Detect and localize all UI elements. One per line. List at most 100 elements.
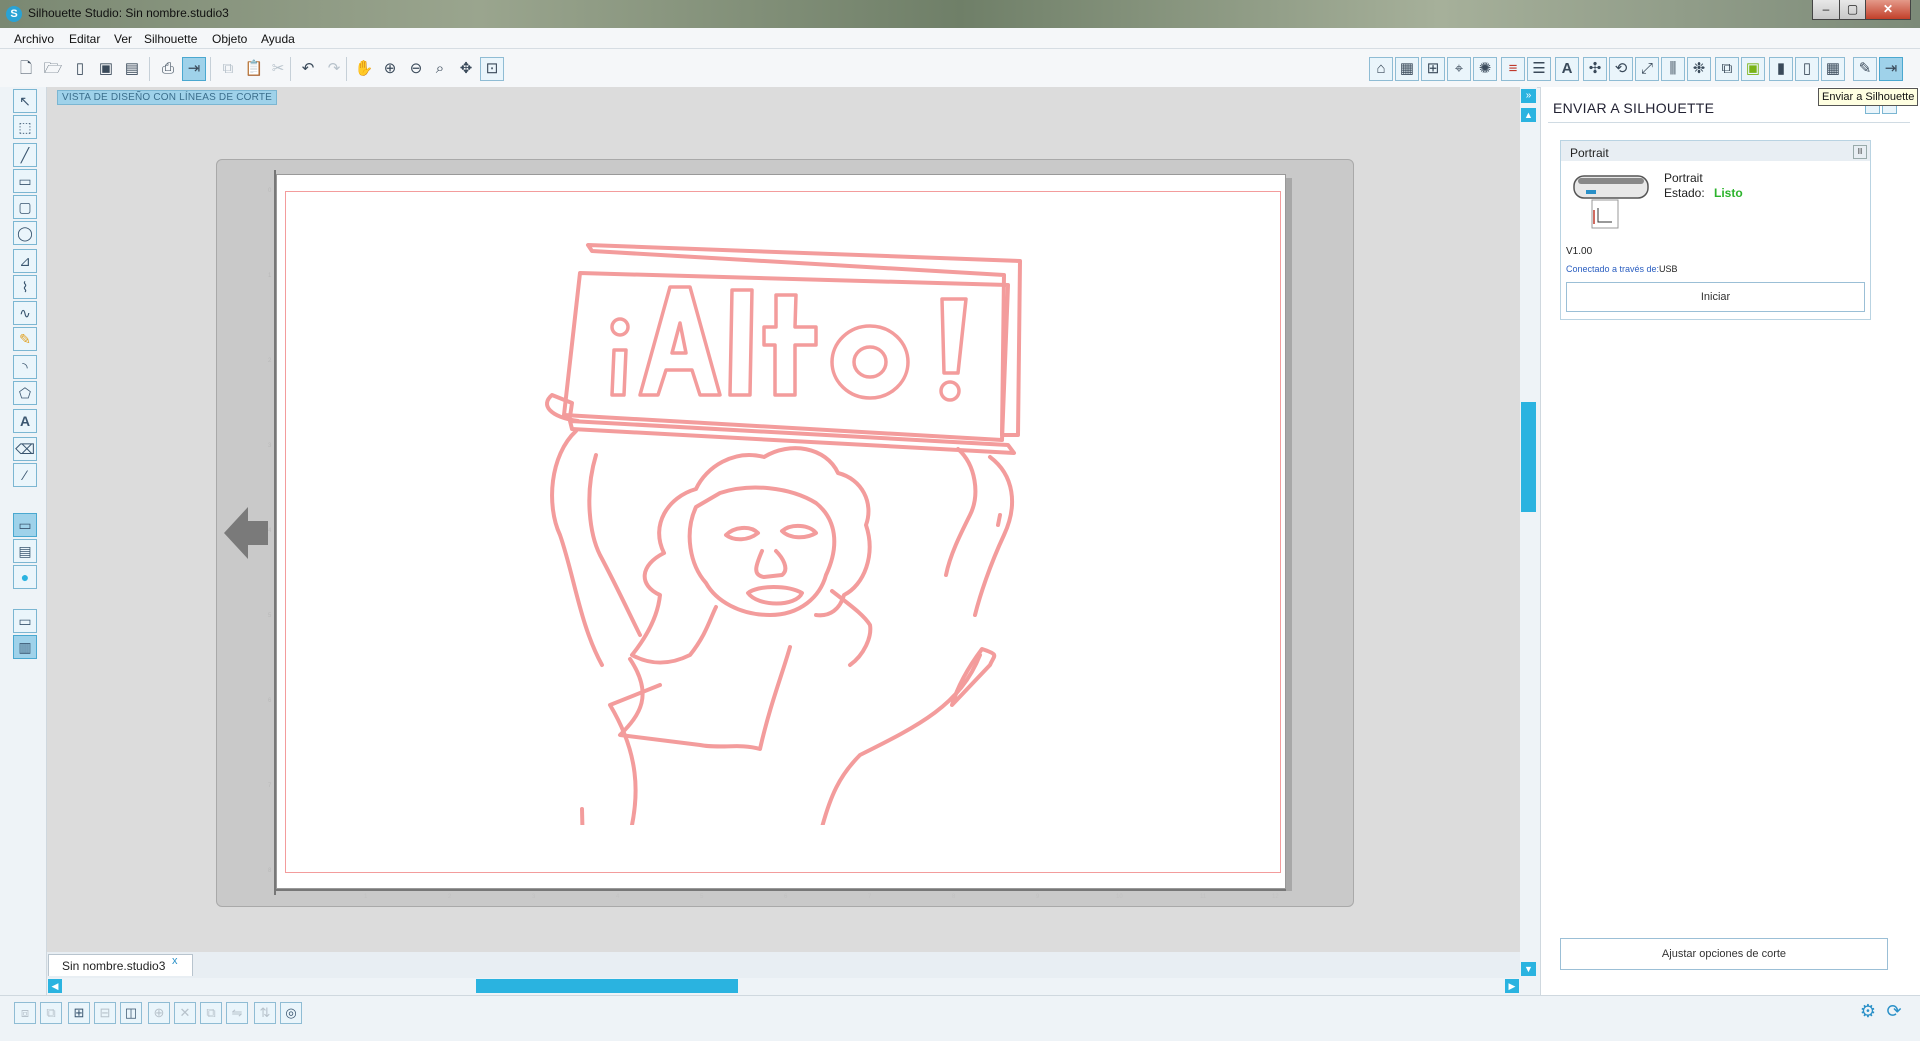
select-icon[interactable]: ↖ xyxy=(13,89,37,113)
smooth-freehand-icon[interactable]: ✎ xyxy=(13,327,37,351)
release-compound-path-icon[interactable]: ⊟ xyxy=(94,1002,116,1024)
zoom-selection-icon[interactable]: ⌕ xyxy=(428,57,452,81)
svg-text:2: 2 xyxy=(448,894,452,899)
cut-icon[interactable]: ✂ xyxy=(266,57,290,81)
single-view-icon[interactable]: ▭ xyxy=(13,609,37,633)
fit-to-page-icon[interactable]: ⊡ xyxy=(480,57,504,81)
flip-icon[interactable]: ⇅ xyxy=(254,1002,276,1024)
scroll-up-icon[interactable]: ▲ xyxy=(1521,108,1536,122)
modify-icon[interactable]: ⧉ xyxy=(1715,57,1739,81)
trace-icon[interactable]: ▮ xyxy=(1769,57,1793,81)
horizontal-scroll-thumb[interactable] xyxy=(476,979,738,993)
align-icon[interactable]: ⫼ xyxy=(1661,57,1685,81)
sync-icon[interactable]: ⟳ xyxy=(1884,1001,1904,1021)
scale-icon[interactable]: ⤢ xyxy=(1635,57,1659,81)
main-toolbar: 🗋 🗁 ▯ ▣ ▤ ⎙ ⇥ ⧉ 📋 ✂ ↶ ↷ ✋ ⊕ ⊖ ⌕ ✥ ⊡ ⌂ ▦ … xyxy=(0,49,1920,88)
duplicate-icon[interactable]: ⧉ xyxy=(200,1002,222,1024)
send-icon[interactable]: ⇥ xyxy=(1879,57,1903,81)
connection-label: Conectado a través de: xyxy=(1566,264,1660,274)
adjust-cut-settings-button[interactable]: Ajustar opciones de corte xyxy=(1560,938,1888,970)
grid-settings-icon[interactable]: ▦ xyxy=(1395,57,1419,81)
send-to-silhouette-icon[interactable]: ⇥ xyxy=(182,57,206,81)
text-style-icon[interactable]: A xyxy=(1555,57,1579,81)
library-icon[interactable]: ▯ xyxy=(1795,57,1819,81)
library-panel-icon[interactable]: ▤ xyxy=(13,539,37,563)
print-icon[interactable]: ⎙ xyxy=(156,57,180,81)
undo-icon[interactable]: ↶ xyxy=(296,57,320,81)
template-icon[interactable]: ▯ xyxy=(68,57,92,81)
eraser-icon[interactable]: ✎ xyxy=(1853,57,1877,81)
design-page-icon[interactable]: ▭ xyxy=(13,513,37,537)
store-icon[interactable]: ▦ xyxy=(1821,57,1845,81)
menu-archivo[interactable]: Archivo xyxy=(14,32,54,46)
weld-icon[interactable]: ⊕ xyxy=(148,1002,170,1024)
menu-editar[interactable]: Editar xyxy=(69,32,100,46)
save-to-library-icon[interactable]: ▤ xyxy=(120,57,144,81)
line-style-icon[interactable]: ☰ xyxy=(1527,57,1551,81)
vertical-scroll-thumb[interactable] xyxy=(1521,402,1536,512)
freehand-tool-icon[interactable]: ∿ xyxy=(13,301,37,325)
vertical-scrollbar[interactable] xyxy=(1520,87,1537,979)
offset-target-icon[interactable]: ◎ xyxy=(280,1002,302,1024)
eraser-tool-icon[interactable]: ⌫ xyxy=(13,437,37,461)
cut-settings-icon[interactable]: ⌖ xyxy=(1447,57,1471,81)
open-icon[interactable]: 🗁 xyxy=(41,57,65,81)
device-status-label: Estado: xyxy=(1664,186,1705,200)
knife-tool-icon[interactable]: ⁄ xyxy=(13,463,37,487)
ellipse-tool-icon[interactable]: ◯ xyxy=(13,221,37,245)
save-icon[interactable]: ▣ xyxy=(94,57,118,81)
registration-icon[interactable]: ⊞ xyxy=(1421,57,1445,81)
rotate-icon[interactable]: ⟲ xyxy=(1609,57,1633,81)
group-icon[interactable]: ⧈ xyxy=(14,1002,36,1024)
svg-text:3: 3 xyxy=(268,443,272,449)
new-icon[interactable]: 🗋 xyxy=(14,57,38,81)
rectangle-tool-icon[interactable]: ▭ xyxy=(13,169,37,193)
close-tab-icon[interactable]: x xyxy=(172,955,178,967)
ungroup-icon[interactable]: ⧉ xyxy=(40,1002,62,1024)
regular-polygon-icon[interactable]: ⬠ xyxy=(13,381,37,405)
scroll-down-icon[interactable]: ▼ xyxy=(1521,962,1536,976)
artwork-cut-lines[interactable] xyxy=(520,235,1040,825)
redo-icon[interactable]: ↷ xyxy=(322,57,346,81)
make-compound-path-icon[interactable]: ⊞ xyxy=(68,1002,90,1024)
paste-icon[interactable]: 📋 xyxy=(242,57,266,81)
trace-settings-icon[interactable]: ✺ xyxy=(1473,57,1497,81)
zoom-out-icon[interactable]: ⊖ xyxy=(404,57,428,81)
drag-zoom-icon[interactable]: ✥ xyxy=(454,57,478,81)
menu-ayuda[interactable]: Ayuda xyxy=(261,32,295,46)
copy-icon[interactable]: ⧉ xyxy=(216,57,240,81)
menu-ver[interactable]: Ver xyxy=(114,32,132,46)
page-settings-icon[interactable]: ⌂ xyxy=(1369,57,1393,81)
pause-icon[interactable]: II xyxy=(1853,145,1867,159)
collapse-panel-icon[interactable]: » xyxy=(1521,89,1536,103)
horizontal-scrollbar[interactable] xyxy=(47,978,1520,994)
fill-color-icon[interactable]: ≡ xyxy=(1501,57,1525,81)
curve-tool-icon[interactable]: ⌇ xyxy=(13,275,37,299)
offset-icon[interactable]: ▣ xyxy=(1741,57,1765,81)
settings-gear-icon[interactable]: ⚙ xyxy=(1858,1001,1878,1021)
close-button[interactable]: ✕ xyxy=(1865,0,1911,20)
scroll-right-icon[interactable]: ▶ xyxy=(1505,979,1519,993)
menu-objeto[interactable]: Objeto xyxy=(212,32,247,46)
mirror-icon[interactable]: ⇋ xyxy=(226,1002,248,1024)
delete-icon[interactable]: ✕ xyxy=(174,1002,196,1024)
split-view-icon[interactable]: ▥ xyxy=(13,635,37,659)
polygon-tool-icon[interactable]: ⊿ xyxy=(13,249,37,273)
transform-icon[interactable]: ✣ xyxy=(1583,57,1607,81)
arc-tool-icon[interactable]: ◝ xyxy=(13,355,37,379)
line-tool-icon[interactable]: ╱ xyxy=(13,143,37,167)
maximize-button[interactable]: ▢ xyxy=(1839,0,1866,20)
text-tool-icon[interactable]: A xyxy=(13,409,37,433)
start-button[interactable]: Iniciar xyxy=(1566,282,1865,312)
menu-silhouette[interactable]: Silhouette xyxy=(144,32,197,46)
bring-to-front-icon[interactable]: ◫ xyxy=(120,1002,142,1024)
svg-text:2: 2 xyxy=(268,358,272,364)
scroll-left-icon[interactable]: ◀ xyxy=(48,979,62,993)
edit-points-icon[interactable]: ⬚ xyxy=(13,115,37,139)
zoom-in-icon[interactable]: ⊕ xyxy=(378,57,402,81)
minimize-button[interactable]: – xyxy=(1812,0,1840,20)
silhouette-store-icon[interactable]: ● xyxy=(13,565,37,589)
pan-icon[interactable]: ✋ xyxy=(352,57,376,81)
replicate-icon[interactable]: ❉ xyxy=(1687,57,1711,81)
rounded-rectangle-tool-icon[interactable]: ▢ xyxy=(13,195,37,219)
